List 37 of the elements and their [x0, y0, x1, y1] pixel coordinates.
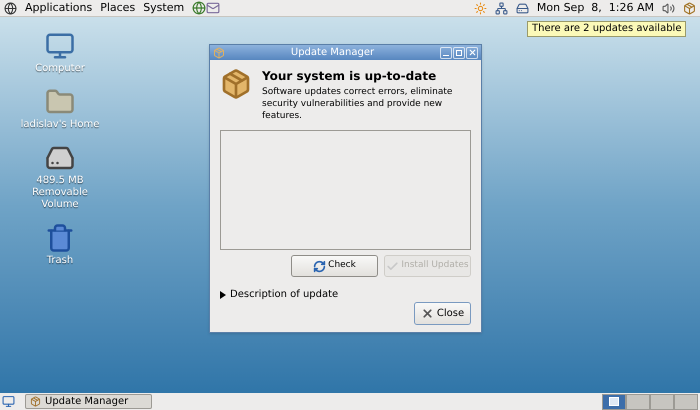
trash-icon: [45, 223, 75, 253]
network-icon[interactable]: [494, 2, 508, 14]
show-desktop-icon[interactable]: [2, 395, 15, 408]
workspace-button[interactable]: [674, 394, 698, 410]
checkmark-icon: [386, 260, 400, 272]
maximize-button[interactable]: [453, 46, 465, 58]
expander-label[interactable]: Description of update: [230, 287, 338, 302]
tooltip: There are 2 updates available: [527, 21, 686, 37]
collapsed-triangle-icon[interactable]: [220, 290, 226, 298]
drive-icon[interactable]: [516, 2, 529, 14]
panel-menu[interactable]: System: [143, 0, 184, 16]
volume-icon[interactable]: [662, 2, 675, 14]
close-icon: [420, 307, 434, 320]
panel-menu[interactable]: Places: [100, 0, 136, 16]
clock[interactable]: Mon Sep 8, 1:26 AM: [536, 0, 654, 16]
workspace-button[interactable]: [602, 394, 626, 410]
package-icon[interactable]: [683, 2, 696, 14]
workspace-button[interactable]: [626, 394, 650, 410]
close-button[interactable]: [466, 46, 478, 58]
status-heading: Your system is up-to-date: [262, 68, 438, 84]
computer-icon: [45, 31, 75, 61]
app-icon: [30, 396, 41, 407]
globe-icon[interactable]: [192, 1, 206, 15]
close-icon: [468, 48, 476, 57]
refresh-icon: [313, 260, 326, 272]
app-icon: [213, 46, 225, 58]
workspace-button[interactable]: [650, 394, 674, 410]
window-title: Update Manager: [290, 46, 376, 60]
panel-menu[interactable]: Applications: [25, 0, 92, 16]
taskbar-button[interactable]: Update Manager: [25, 394, 152, 409]
minimize-button[interactable]: [440, 46, 452, 58]
close-dialog-button[interactable]: Close: [414, 302, 471, 325]
updates-list[interactable]: [220, 130, 471, 250]
package-icon: [220, 68, 252, 100]
status-message: Software updates correct errors, eliminate security vulnerabilities and provide new features.: [262, 86, 454, 122]
mail-icon[interactable]: [206, 1, 220, 15]
check-button[interactable]: Check: [291, 255, 378, 277]
